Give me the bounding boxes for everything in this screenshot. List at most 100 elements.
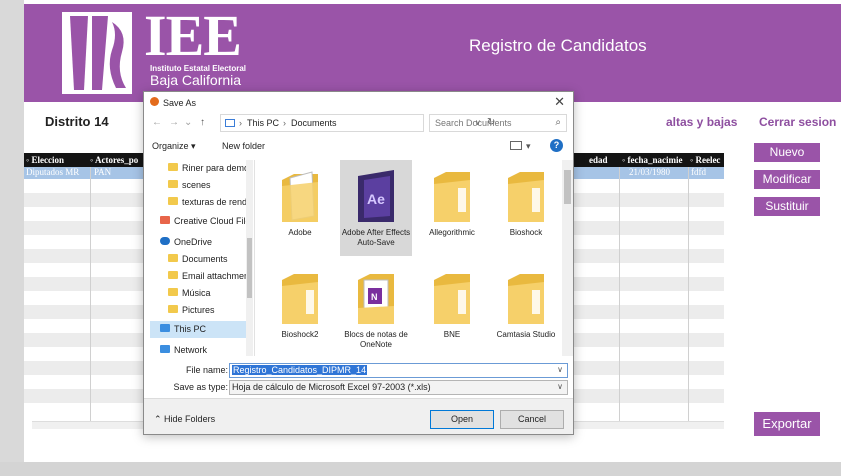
pane-divider[interactable] (254, 160, 255, 356)
view-dropdown-icon[interactable]: ▾ (526, 141, 531, 152)
cell-eleccion: Diputados MR (26, 167, 80, 177)
file-item-after-effects[interactable]: Ae Adobe After Effects Auto-Save (340, 160, 412, 256)
cell-actores: PAN (94, 167, 112, 177)
nav-item-documents[interactable]: Documents (150, 251, 253, 268)
cancel-button[interactable]: Cancel (500, 410, 564, 429)
file-item-bne[interactable]: BNE (416, 262, 488, 358)
new-folder-button[interactable]: New folder (222, 141, 265, 151)
page-title: Registro de Candidatos (469, 36, 647, 55)
nav-item-texturas[interactable]: texturas de rende (150, 194, 253, 211)
breadcrumb-this-pc[interactable]: This PC (247, 118, 279, 128)
logo-text: IEE (144, 3, 242, 68)
search-placeholder: Search Documents (435, 118, 512, 128)
app-icon (150, 97, 159, 106)
hide-folders-label: Hide Folders (164, 414, 216, 424)
svg-text:N: N (371, 292, 378, 302)
file-name: Camtasia Studio (496, 330, 556, 339)
nav-item-riner[interactable]: Riner para demo I ^ (150, 160, 253, 177)
help-icon[interactable]: ? (550, 139, 563, 152)
file-name-label: File name: (185, 365, 228, 375)
after-effects-icon: Ae (358, 170, 394, 222)
file-name: Bioshock (509, 228, 543, 237)
address-bar[interactable]: › This PC › Documents ∨ ↻ (220, 114, 495, 132)
folder-icon (434, 172, 470, 222)
address-row: ← → ⌄ ↑ › This PC › Documents ∨ ↻ Search… (144, 114, 573, 134)
column-divider (619, 167, 620, 421)
view-options-icon[interactable] (510, 141, 522, 150)
file-name: Blocs de notas de OneNote (344, 330, 408, 349)
column-header-edad[interactable]: edad (589, 155, 608, 165)
file-item-camtasia[interactable]: Camtasia Studio (490, 262, 562, 358)
forward-arrow-icon[interactable]: → (169, 117, 179, 128)
folder-icon (508, 274, 544, 324)
file-name: Bioshock2 (281, 330, 319, 339)
file-list[interactable]: Adobe Ae Adobe After Effects Auto-Save A… (256, 160, 561, 356)
file-item-bioshock[interactable]: Bioshock (490, 160, 562, 256)
file-name: Allegorithmic (429, 228, 475, 237)
breadcrumb-separator: › (283, 118, 286, 128)
navigation-pane[interactable]: Riner para demo I ^ scenes texturas de r… (150, 160, 253, 356)
export-button[interactable]: Exportar (754, 412, 820, 436)
file-item-allegorithmic[interactable]: Allegorithmic (416, 160, 488, 256)
chevron-down-icon[interactable]: ∨ (557, 365, 563, 374)
modify-button[interactable]: Modificar (754, 170, 820, 189)
up-arrow-icon[interactable]: ↑ (200, 117, 205, 128)
svg-text:Ae: Ae (367, 191, 385, 207)
save-as-dialog: Save As ✕ ← → ⌄ ↑ › This PC › Documents … (143, 91, 574, 435)
file-name: BNE (443, 330, 461, 339)
nav-pane-scroll-thumb[interactable] (247, 238, 252, 298)
nav-item-onedrive[interactable]: OneDrive (150, 234, 253, 251)
save-type-value: Hoja de cálculo de Microsoft Excel 97-20… (232, 382, 431, 392)
nav-item-pictures[interactable]: Pictures (150, 302, 253, 319)
left-margin (0, 0, 24, 476)
nav-item-creative-cloud[interactable]: Creative Cloud File (150, 213, 253, 230)
nav-item-this-pc[interactable]: This PC (150, 321, 253, 338)
close-icon[interactable]: ✕ (554, 94, 565, 110)
nav-item-scenes[interactable]: scenes (150, 177, 253, 194)
folder-icon (168, 254, 178, 262)
replace-button[interactable]: Sustituir (754, 197, 820, 216)
file-name: Adobe After Effects Auto-Save (341, 228, 411, 247)
nav-item-network[interactable]: Network (150, 342, 253, 356)
file-name-value: Registro_Candidatos_DIPMR_14 (232, 365, 368, 375)
altas-bajas-link[interactable]: altas y bajas (666, 115, 737, 129)
hide-folders-toggle[interactable]: ⌃ Hide Folders (154, 414, 215, 425)
file-item-adobe[interactable]: Adobe (264, 160, 336, 256)
folder-icon (168, 163, 178, 171)
nav-item-musica[interactable]: Música (150, 285, 253, 302)
app-window: IEE Instituto Estatal Electoral Baja Cal… (0, 0, 841, 476)
computer-icon (160, 324, 170, 332)
computer-icon (225, 119, 235, 127)
folder-icon (168, 305, 178, 313)
file-name-row: File name: Registro_Candidatos_DIPMR_14 … (144, 363, 573, 378)
logout-link[interactable]: Cerrar sesion (759, 115, 836, 129)
chevron-down-icon[interactable]: ∨ (557, 382, 563, 391)
dialog-toolbar: Organize ▾ New folder ▾ ? (144, 138, 573, 156)
save-type-select[interactable]: Hoja de cálculo de Microsoft Excel 97-20… (229, 380, 568, 395)
file-item-onenote[interactable]: N Blocs de notas de OneNote (340, 262, 412, 358)
column-header-reelec[interactable]: ◦ Reelec (690, 155, 720, 165)
file-item-bioshock2[interactable]: Bioshock2 (264, 262, 336, 358)
open-button[interactable]: Open (430, 410, 494, 429)
cell-fecha: 21/03/1980 (629, 167, 671, 177)
back-arrow-icon[interactable]: ← (152, 117, 162, 128)
folder-icon (168, 180, 178, 188)
creative-cloud-icon (160, 216, 170, 224)
file-name-field[interactable]: Registro_Candidatos_DIPMR_14 ∨ (229, 363, 568, 378)
file-list-scroll-thumb[interactable] (564, 170, 571, 204)
organize-menu[interactable]: Organize ▾ (152, 141, 196, 152)
column-header-actores[interactable]: ◦ Actores_po (90, 155, 138, 165)
column-header-eleccion[interactable]: ◦ Eleccion (26, 155, 64, 165)
column-header-fecha[interactable]: ◦ fecha_nacimie (622, 155, 682, 165)
chevron-down-icon[interactable]: ⌄ (184, 117, 192, 128)
search-input[interactable]: Search Documents ⌕ (429, 114, 567, 132)
folder-icon (282, 171, 318, 222)
logo-subtitle-state: Baja California (150, 72, 242, 88)
breadcrumb-separator: › (239, 118, 242, 128)
nav-item-email[interactable]: Email attachmen (150, 268, 253, 285)
cell-reelec: fdfd (691, 167, 706, 177)
onedrive-icon (160, 237, 170, 245)
breadcrumb-documents[interactable]: Documents (291, 118, 337, 128)
new-button[interactable]: Nuevo (754, 143, 820, 162)
chevron-up-icon: ⌃ (154, 414, 165, 424)
